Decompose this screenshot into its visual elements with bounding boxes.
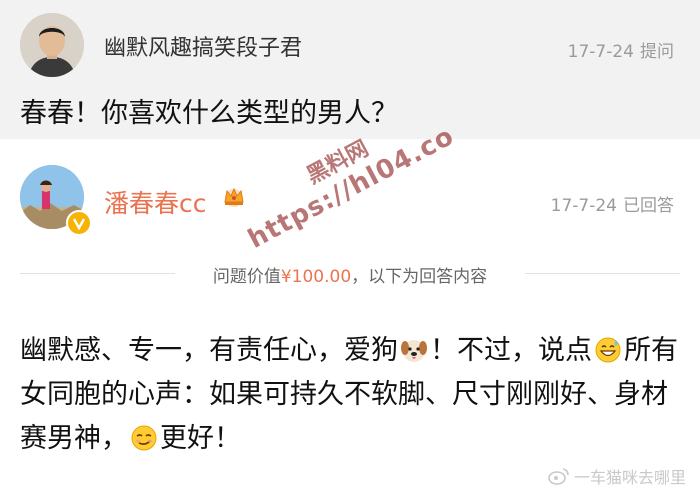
question-date: 17-7-24 <box>567 42 634 62</box>
bottom-watermark-text: 一车猫咪去哪里 <box>573 468 686 487</box>
dog-emoji-icon <box>401 340 427 362</box>
smirking-face-emoji-icon <box>131 425 157 451</box>
answer-text-part2: ！不过，说点 <box>430 335 592 366</box>
site-watermark-url: https://hl04.co <box>243 121 460 255</box>
question-meta: 17-7-24 提问 <box>562 37 674 62</box>
answer-text: 幽默感、专一，有责任心，爱狗 ！不过，说点 所有女同胞的心声：如果可持久不软脚、… <box>20 329 685 461</box>
verified-v-icon <box>66 210 92 236</box>
reward-suffix: ，以下为回答内容 <box>351 267 488 287</box>
reward-amount: ¥100.00 <box>280 267 352 287</box>
reward-prefix: 问题价值 <box>212 267 281 287</box>
questioner-photo <box>20 13 84 77</box>
crown-icon <box>224 187 244 207</box>
reward-info: 问题价值¥100.00，以下为回答内容 <box>190 262 510 287</box>
grinning-sweat-emoji-icon <box>595 337 621 363</box>
answer-text-part4: 更好！ <box>160 423 241 454</box>
questioner-avatar[interactable] <box>20 13 84 77</box>
bottom-watermark: 一车猫咪去哪里 <box>548 464 686 488</box>
question-section: 幽默风趣搞笑段子君 17-7-24 提问 春春！你喜欢什么类型的男人？ <box>0 0 700 139</box>
answer-date: 17-7-24 <box>550 196 617 216</box>
answerer-name[interactable]: 潘春春cc <box>104 184 207 220</box>
divider-right <box>525 273 680 274</box>
answer-meta: 17-7-24 已回答 <box>545 191 674 216</box>
answer-text-part1: 幽默感、专一，有责任心，爱狗 <box>20 335 398 366</box>
answer-status: 已回答 <box>623 196 674 216</box>
questioner-name[interactable]: 幽默风趣搞笑段子君 <box>104 30 302 62</box>
question-action-label: 提问 <box>640 42 674 62</box>
divider-left <box>20 273 175 274</box>
weibo-logo-icon <box>548 468 569 485</box>
question-text: 春春！你喜欢什么类型的男人？ <box>20 98 398 129</box>
